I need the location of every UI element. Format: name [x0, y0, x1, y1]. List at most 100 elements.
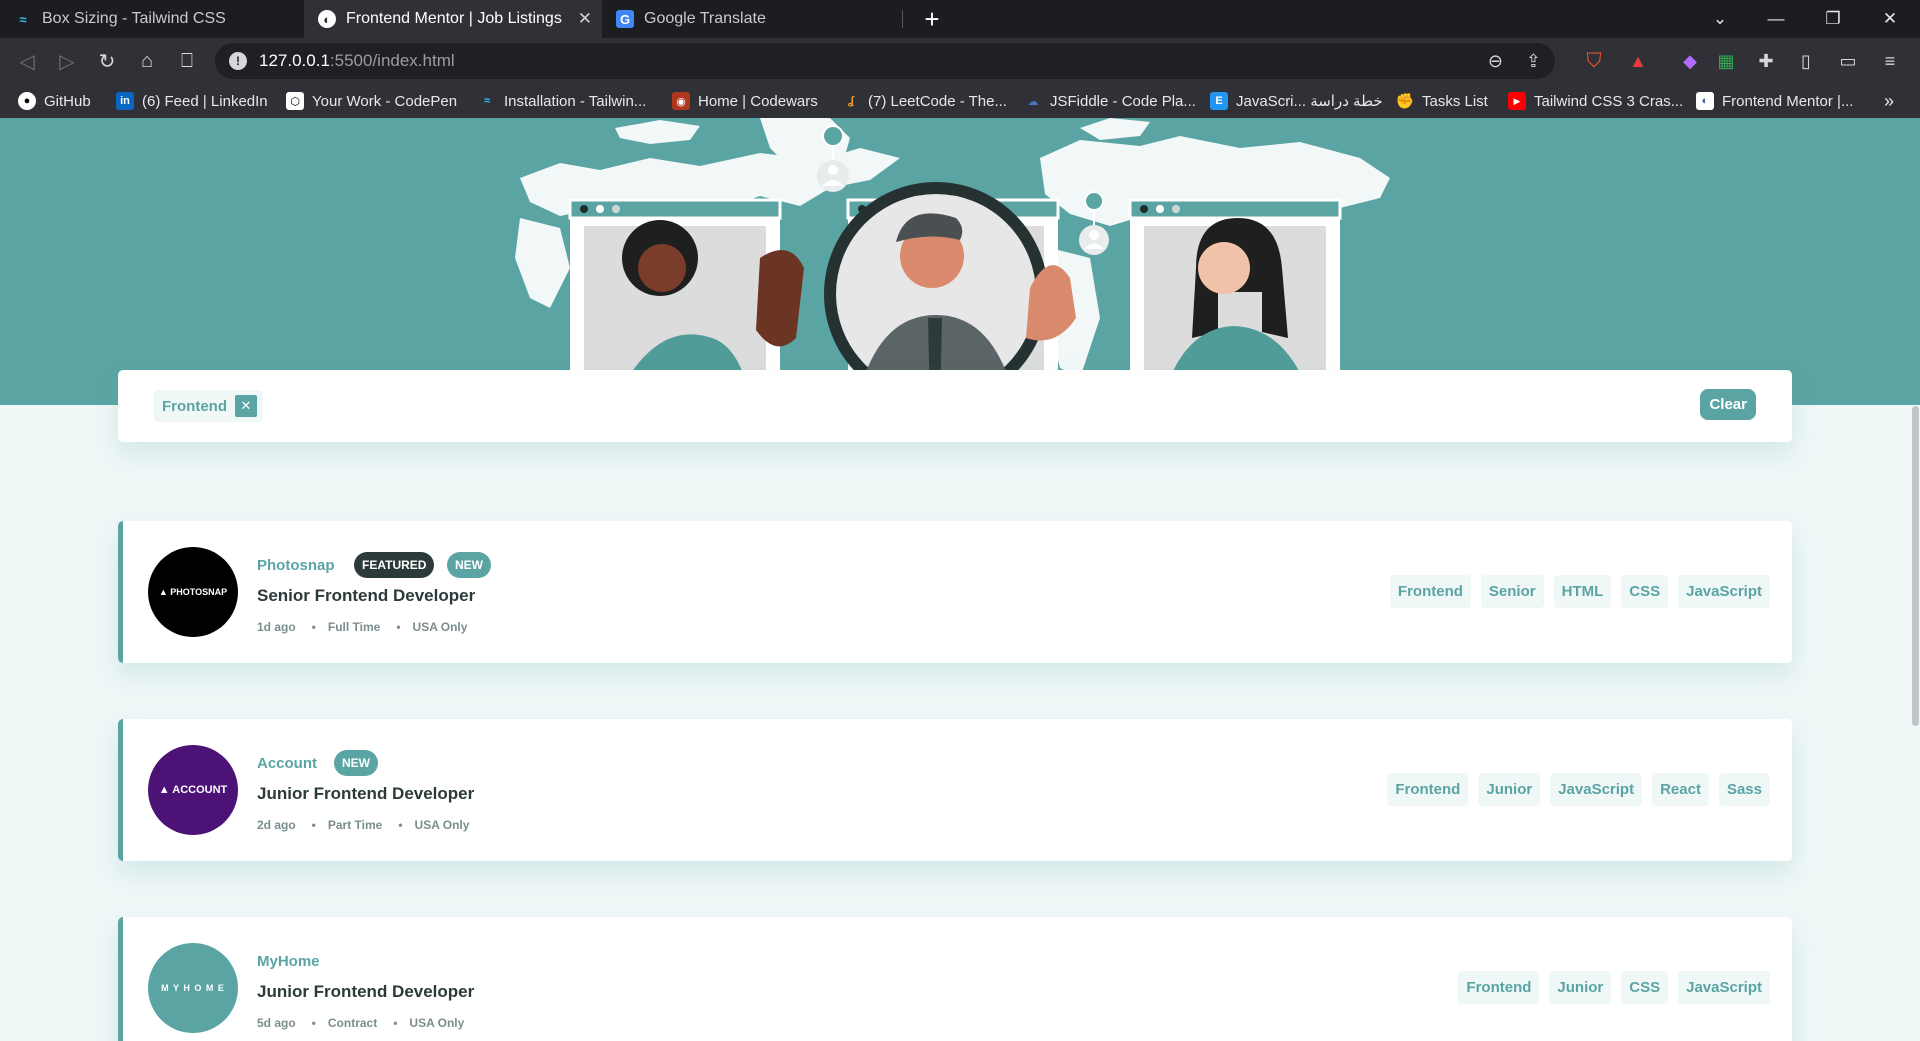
bookmark-tasks-list[interactable]: ✊ Tasks List [1396, 84, 1488, 118]
tailwind-icon: ≈ [19, 11, 27, 27]
company-name: MyHome [257, 953, 320, 970]
bookmark-github[interactable]: ● GitHub [18, 84, 91, 118]
job-tags: Frontend Senior HTML CSS JavaScript [1389, 575, 1770, 608]
job-tags: Frontend Junior JavaScript React Sass [1387, 773, 1770, 806]
forward-icon[interactable]: ▷ [52, 46, 82, 76]
bookmark-jsfiddle[interactable]: ☁ JSFiddle - Code Pla... [1024, 84, 1196, 118]
job-position[interactable]: Junior Frontend Developer [257, 784, 474, 804]
bookmark-tailwind-crash[interactable]: ▶ Tailwind CSS 3 Cras... [1508, 84, 1683, 118]
tag-react[interactable]: React [1652, 773, 1709, 806]
bookmark-linkedin[interactable]: in (6) Feed | LinkedIn [116, 84, 268, 118]
new-badge: NEW [447, 552, 491, 578]
tag-sass[interactable]: Sass [1718, 773, 1770, 806]
job-position[interactable]: Junior Frontend Developer [257, 982, 474, 1002]
bookmark-icon[interactable]: ⎕ [172, 46, 202, 76]
new-tab-icon[interactable]: + [917, 4, 947, 34]
job-meta: 1d ago • Full Time • USA Only [257, 620, 467, 634]
tag-javascript[interactable]: JavaScript [1550, 773, 1643, 806]
bookmarks-overflow-icon[interactable]: » [1884, 84, 1894, 118]
posted-at: 5d ago [257, 1016, 296, 1030]
flexed-arm-icon: ✊ [1395, 93, 1415, 110]
tag-javascript[interactable]: JavaScript [1678, 971, 1770, 1004]
site-info-icon[interactable]: ! [229, 52, 247, 70]
contract-type: Part Time [327, 818, 383, 832]
bookmark-codewars[interactable]: ◉ Home | Codewars [672, 84, 818, 118]
remove-filter-icon[interactable]: ✕ [235, 395, 257, 417]
separator-dot: • [393, 1016, 398, 1030]
sidebar-icon[interactable]: ▯ [1792, 47, 1820, 75]
job-meta: 5d ago • Contract • USA Only [257, 1016, 464, 1030]
share-icon[interactable]: ⇪ [1526, 43, 1541, 79]
extension-icon-1[interactable]: ◆ [1676, 47, 1704, 75]
zoom-icon[interactable]: ⊖ [1488, 43, 1503, 79]
tag-junior[interactable]: Junior [1549, 971, 1612, 1004]
wallet-icon[interactable]: ▭ [1834, 47, 1862, 75]
company-name: Account [257, 755, 317, 772]
tab-frontend-mentor[interactable]: ◐ Frontend Mentor | Job Listings ✕ [304, 0, 602, 38]
extension-icon-2[interactable]: ▦ [1712, 47, 1740, 75]
bookmark-label: JSFiddle - Code Pla... [1050, 92, 1196, 110]
posted-at: 2d ago [257, 818, 296, 832]
tag-javascript[interactable]: JavaScript [1678, 575, 1770, 608]
bookmark-leetcode[interactable]: ʆ (7) LeetCode - The... [842, 84, 1007, 118]
back-icon[interactable]: ◁ [12, 46, 42, 76]
bookmark-frontend-mentor[interactable]: ◐ Frontend Mentor |... [1696, 84, 1853, 118]
brave-shield-icon[interactable]: ⛉ [1580, 47, 1608, 75]
home-icon[interactable]: ⌂ [132, 46, 162, 76]
tag-css[interactable]: CSS [1621, 971, 1669, 1004]
job-card-account: ▲ ACCOUNT Account NEW Junior Frontend De… [118, 719, 1792, 861]
brave-rewards-icon[interactable]: ▲ [1624, 47, 1652, 75]
tag-frontend[interactable]: Frontend [1387, 773, 1469, 806]
job-meta: 2d ago • Part Time • USA Only [257, 818, 469, 832]
filter-chip-frontend: Frontend ✕ [154, 390, 263, 422]
tag-senior[interactable]: Senior [1480, 575, 1544, 608]
tab-title: Box Sizing - Tailwind CSS [42, 10, 226, 27]
company-logo: M Y H O M E [148, 943, 238, 1033]
bookmark-label: (7) LeetCode - The... [868, 92, 1007, 110]
minimize-icon[interactable]: — [1748, 0, 1804, 38]
tag-junior[interactable]: Junior [1478, 773, 1541, 806]
bookmark-tailwind[interactable]: ≈ Installation - Tailwin... [478, 84, 646, 118]
browser-toolbar: ◁ ▷ ↻ ⌂ ⎕ ! 127.0.0.1:5500/index.html ⊖ … [0, 38, 1920, 84]
clear-filters-button[interactable]: Clear [1700, 389, 1756, 420]
separator-dot: • [398, 818, 403, 832]
job-search-illustration [515, 118, 1390, 405]
tag-frontend[interactable]: Frontend [1389, 575, 1471, 608]
job-location: USA Only [414, 818, 470, 832]
tab-title: Google Translate [644, 10, 766, 27]
bookmark-label: Installation - Tailwin... [504, 92, 647, 110]
tab-box-sizing[interactable]: ≈ Box Sizing - Tailwind CSS [0, 0, 304, 38]
jsfiddle-icon: ☁ [1027, 95, 1039, 108]
contract-type: Full Time [327, 620, 381, 634]
bookmark-label: GitHub [44, 92, 91, 110]
reload-icon[interactable]: ↻ [92, 46, 122, 76]
job-location: USA Only [412, 620, 468, 634]
tag-frontend[interactable]: Frontend [1458, 971, 1540, 1004]
bookmark-javascript-plan[interactable]: E JavaScri... خطة دراسة [1210, 84, 1383, 118]
scrollbar-thumb[interactable] [1912, 406, 1919, 726]
codewars-icon: ◉ [672, 92, 690, 110]
job-card-myhome: M Y H O M E MyHome Junior Frontend Devel… [118, 917, 1792, 1041]
menu-icon[interactable]: ≡ [1876, 47, 1904, 75]
leetcode-icon: ʆ [848, 95, 854, 107]
linkedin-icon: in [116, 92, 134, 110]
tag-html[interactable]: HTML [1553, 575, 1612, 608]
restore-icon[interactable]: ❐ [1805, 0, 1861, 38]
job-position[interactable]: Senior Frontend Developer [257, 586, 475, 606]
bookmark-label: (6) Feed | LinkedIn [142, 92, 268, 110]
tab-search-chevron-icon[interactable]: ⌄ [1692, 0, 1748, 38]
tag-css[interactable]: CSS [1621, 575, 1669, 608]
tab-google-translate[interactable]: G Google Translate [602, 0, 902, 38]
company-name: Photosnap [257, 557, 335, 574]
elzero-icon: E [1210, 92, 1228, 110]
extensions-puzzle-icon[interactable]: ✚ [1752, 47, 1780, 75]
bookmarks-bar: ● GitHub in (6) Feed | LinkedIn ⬡ Your W… [0, 84, 1920, 118]
page-viewport: Frontend ✕ Clear ▲ PHOTOSNAP Photosnap F… [0, 118, 1920, 1041]
bookmark-label: Frontend Mentor |... [1722, 92, 1854, 110]
contract-type: Contract [327, 1016, 378, 1030]
close-tab-icon[interactable]: ✕ [578, 9, 592, 29]
bookmark-codepen[interactable]: ⬡ Your Work - CodePen [286, 84, 457, 118]
close-window-icon[interactable]: ✕ [1862, 0, 1918, 38]
address-bar[interactable]: ! 127.0.0.1:5500/index.html ⊖ ⇪ [215, 43, 1555, 79]
company-logo: ▲ PHOTOSNAP [148, 547, 238, 637]
